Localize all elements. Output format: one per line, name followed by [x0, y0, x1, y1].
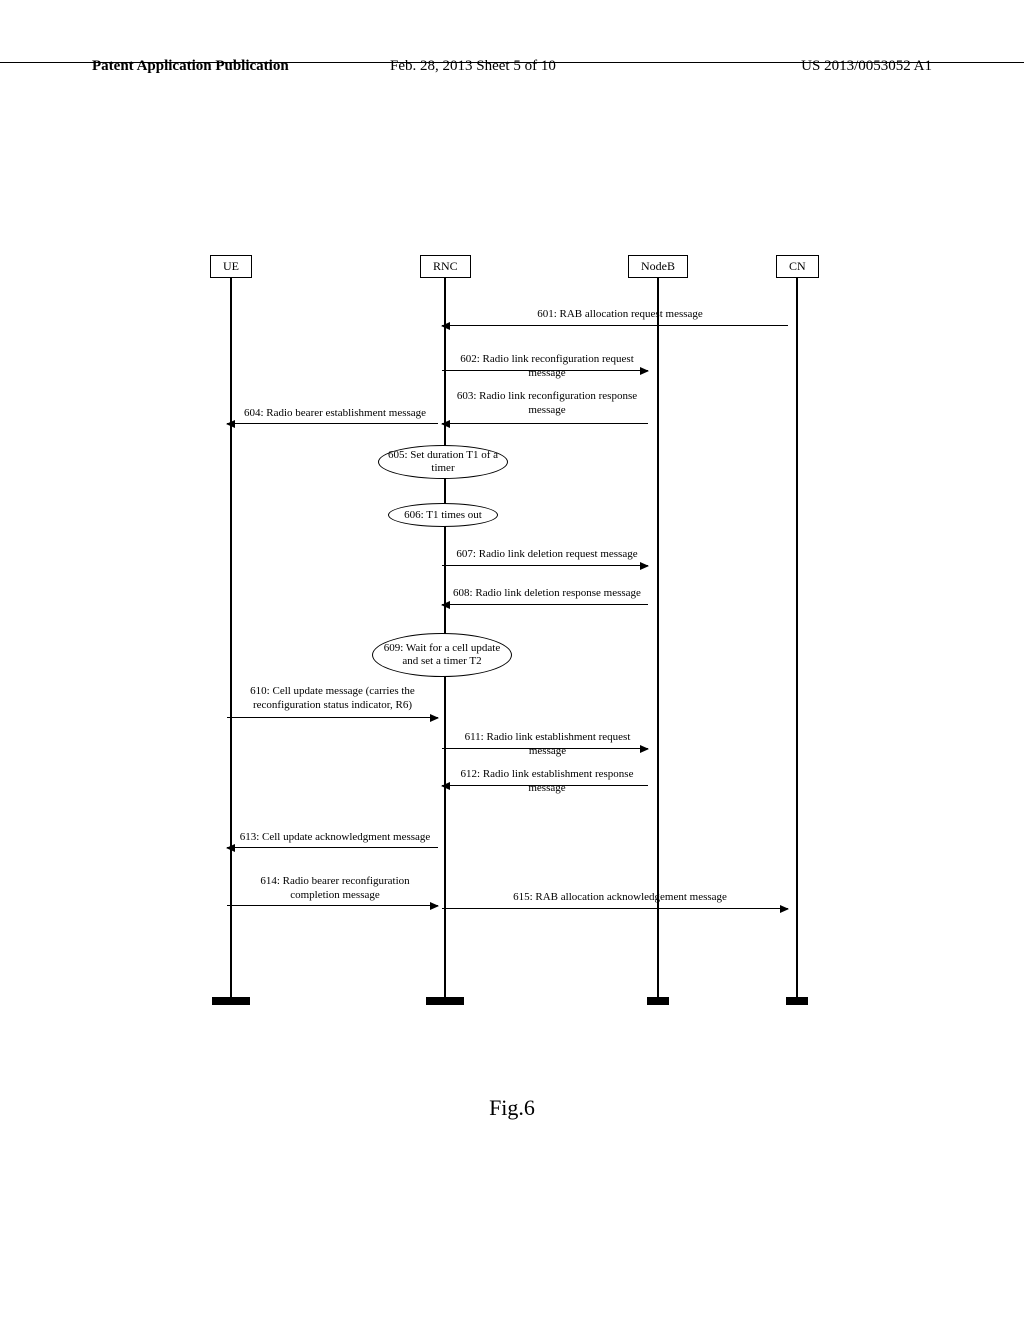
msg-608: 608: Radio link deletion response messag…	[452, 587, 642, 601]
header-mid: Feb. 28, 2013 Sheet 5 of 10	[390, 58, 556, 75]
msg-610: 610: Cell update message (carries the re…	[225, 685, 440, 713]
arrow-611	[442, 748, 648, 749]
lifeline-end-icon	[647, 997, 669, 1005]
lifeline-ue	[230, 277, 232, 997]
note-609: 609: Wait for a cell update and set a ti…	[372, 633, 512, 677]
actor-rnc: RNC	[420, 255, 471, 278]
lifeline-end-icon	[786, 997, 808, 1005]
lifeline-nodeb	[657, 277, 659, 997]
page-header: Patent Application Publication Feb. 28, …	[0, 58, 1024, 63]
actor-nodeb-label: NodeB	[628, 255, 688, 278]
actor-ue-label: UE	[210, 255, 252, 278]
figure-caption: Fig.6	[0, 1095, 1024, 1121]
header-right: US 2013/0053052 A1	[801, 58, 932, 75]
arrow-603	[442, 423, 648, 424]
arrow-602	[442, 370, 648, 371]
msg-612: 612: Radio link establishment response m…	[442, 768, 652, 796]
lifeline-end-icon	[212, 997, 250, 1005]
actor-nodeb: NodeB	[628, 255, 688, 278]
actor-rnc-label: RNC	[420, 255, 471, 278]
lifeline-end-icon	[426, 997, 464, 1005]
arrow-607	[442, 565, 648, 566]
arrow-601	[442, 325, 788, 326]
actor-cn: CN	[776, 255, 819, 278]
actor-cn-label: CN	[776, 255, 819, 278]
msg-615: 615: RAB allocation acknowledgement mess…	[460, 891, 780, 905]
arrow-604	[227, 423, 438, 424]
msg-611: 611: Radio link establishment request me…	[445, 731, 650, 759]
arrow-608	[442, 604, 648, 605]
msg-604: 604: Radio bearer establishment message	[235, 407, 435, 421]
arrow-612	[442, 785, 648, 786]
note-606: 606: T1 times out	[388, 503, 498, 527]
msg-607: 607: Radio link deletion request message	[452, 548, 642, 562]
note-605: 605: Set duration T1 of a timer	[378, 445, 508, 479]
arrow-614	[227, 905, 438, 906]
msg-603: 603: Radio link reconfiguration response…	[452, 390, 642, 418]
msg-613: 613: Cell update acknowledgment message	[235, 831, 435, 845]
arrow-610	[227, 717, 438, 718]
arrow-613	[227, 847, 438, 848]
msg-602: 602: Radio link reconfiguration request …	[452, 353, 642, 381]
arrow-615	[442, 908, 788, 909]
msg-614: 614: Radio bearer reconfiguration comple…	[235, 875, 435, 903]
header-left: Patent Application Publication	[92, 58, 289, 75]
sequence-diagram: UE RNC NodeB CN 601: RAB allocation requ…	[200, 255, 820, 1015]
msg-601: 601: RAB allocation request message	[460, 308, 780, 322]
actor-ue: UE	[210, 255, 252, 278]
lifeline-cn	[796, 277, 798, 997]
